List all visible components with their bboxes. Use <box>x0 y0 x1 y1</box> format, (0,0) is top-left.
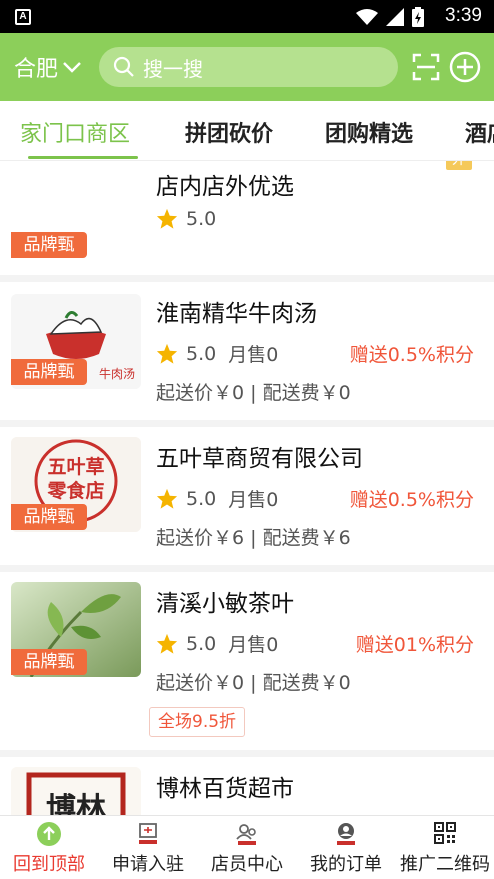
shop-rating: 5.0 月售0 <box>156 630 278 657</box>
tab-neighborhood[interactable]: 家门口商区 <box>20 116 130 148</box>
star-icon <box>156 633 178 654</box>
list-item[interactable]: 店内店外优选 外 5.0 品牌甄 <box>0 161 494 275</box>
monthly-sales: 月售0 <box>228 344 279 366</box>
brand-badge: 品牌甄 <box>11 649 87 675</box>
status-icons <box>356 7 424 27</box>
delivery-info: 起送价￥0 | 配送费￥0 <box>156 672 351 694</box>
shop-name: 店内店外优选 <box>156 174 294 200</box>
divider <box>0 565 494 572</box>
takeout-tag: 外 <box>446 161 472 170</box>
city-label: 合肥 <box>14 57 59 82</box>
shop-name: 清溪小敏茶叶 <box>156 591 294 617</box>
tab-hotel[interactable]: 酒店 <box>465 116 494 148</box>
staff-icon <box>236 824 256 845</box>
points-reward: 赠送01%积分 <box>355 634 474 656</box>
nav-label: 我的订单 <box>310 854 382 875</box>
order-icon <box>337 823 355 845</box>
svg-text:博林: 博林 <box>46 792 106 815</box>
list-item[interactable]: 品牌甄 清溪小敏茶叶 5.0 月售0 赠送01%积分 起送价￥0 | 配送费￥0… <box>0 572 494 750</box>
list-item[interactable]: 五叶草 零食店 品牌甄 五叶草商贸有限公司 5.0 月售0 赠送0.5%积分 起… <box>0 427 494 565</box>
nav-label: 申请入驻 <box>112 854 184 875</box>
svg-text:五叶草: 五叶草 <box>47 455 104 478</box>
brand-badge: 品牌甄 <box>11 232 87 258</box>
divider <box>0 420 494 427</box>
signal-icon <box>386 8 404 26</box>
tab-group-buy[interactable]: 团购精选 <box>325 116 413 148</box>
star-icon <box>156 343 178 364</box>
search-placeholder: 搜一搜 <box>143 56 203 81</box>
clock: 3:39 <box>445 5 482 26</box>
logo-text: 牛肉汤 <box>99 366 135 381</box>
divider <box>0 750 494 757</box>
points-reward: 赠送0.5%积分 <box>349 489 474 511</box>
nav-back-to-top[interactable]: 回到顶部 <box>0 816 98 879</box>
nav-apply[interactable]: 申请入驻 <box>99 816 197 879</box>
brand-badge: 品牌甄 <box>11 504 87 530</box>
search-input[interactable]: 搜一搜 <box>99 47 398 87</box>
apply-icon <box>139 823 157 844</box>
nav-label: 推广二维码 <box>400 854 490 875</box>
arrow-up-icon <box>37 822 61 846</box>
notification-icon: A <box>15 9 31 25</box>
nav-label: 店员中心 <box>211 854 283 875</box>
status-bar: A 3:39 <box>0 0 494 33</box>
shop-rating: 5.0 月售0 <box>156 485 278 512</box>
header-bar: 合肥 搜一搜 <box>0 33 494 101</box>
shop-name: 五叶草商贸有限公司 <box>156 446 363 472</box>
shop-thumbnail: 博林 <box>11 767 141 815</box>
battery-icon <box>412 7 424 27</box>
shop-rating: 5.0 <box>156 208 216 230</box>
shop-rating: 5.0 月售0 <box>156 340 278 367</box>
discount-tag: 全场9.5折 <box>149 707 246 737</box>
delivery-info: 起送价￥0 | 配送费￥0 <box>156 382 351 404</box>
delivery-info: 起送价￥6 | 配送费￥6 <box>156 527 351 549</box>
wifi-icon <box>356 9 378 25</box>
bolin-logo: 博林 <box>11 767 141 815</box>
monthly-sales: 月售0 <box>228 634 279 656</box>
add-icon[interactable] <box>449 51 481 83</box>
chevron-down-icon <box>63 62 81 73</box>
search-icon <box>113 56 134 77</box>
nav-label: 回到顶部 <box>13 854 85 875</box>
category-tabs: 家门口商区 拼团砍价 团购精选 酒店 <box>0 101 494 161</box>
nav-my-orders[interactable]: 我的订单 <box>297 816 395 879</box>
nav-staff-center[interactable]: 店员中心 <box>198 816 296 879</box>
shop-list[interactable]: 店内店外优选 外 5.0 品牌甄 牛肉汤 品牌甄 淮南精华牛肉汤 5.0 月售0… <box>0 161 494 815</box>
list-item[interactable]: 牛肉汤 品牌甄 淮南精华牛肉汤 5.0 月售0 赠送0.5%积分 起送价￥0 |… <box>0 282 494 420</box>
city-selector[interactable]: 合肥 <box>14 51 82 83</box>
points-reward: 赠送0.5%积分 <box>349 344 474 366</box>
star-icon <box>156 208 178 229</box>
divider <box>0 275 494 282</box>
tab-group-bargain[interactable]: 拼团砍价 <box>185 116 273 148</box>
monthly-sales: 月售0 <box>228 489 279 511</box>
list-item[interactable]: 博林 博林百货超市 <box>0 757 494 815</box>
nav-promo-qrcode[interactable]: 推广二维码 <box>396 816 494 879</box>
brand-badge: 品牌甄 <box>11 359 87 385</box>
tab-indicator <box>28 156 138 159</box>
shop-name: 淮南精华牛肉汤 <box>156 301 317 327</box>
bottom-nav: 回到顶部 申请入驻 店员中心 我的订单 推广二维码 <box>0 815 494 878</box>
shop-name: 博林百货超市 <box>156 776 294 802</box>
scan-icon[interactable] <box>412 53 440 81</box>
svg-text:零食店: 零食店 <box>46 479 104 502</box>
qrcode-icon <box>434 822 456 844</box>
star-icon <box>156 488 178 509</box>
